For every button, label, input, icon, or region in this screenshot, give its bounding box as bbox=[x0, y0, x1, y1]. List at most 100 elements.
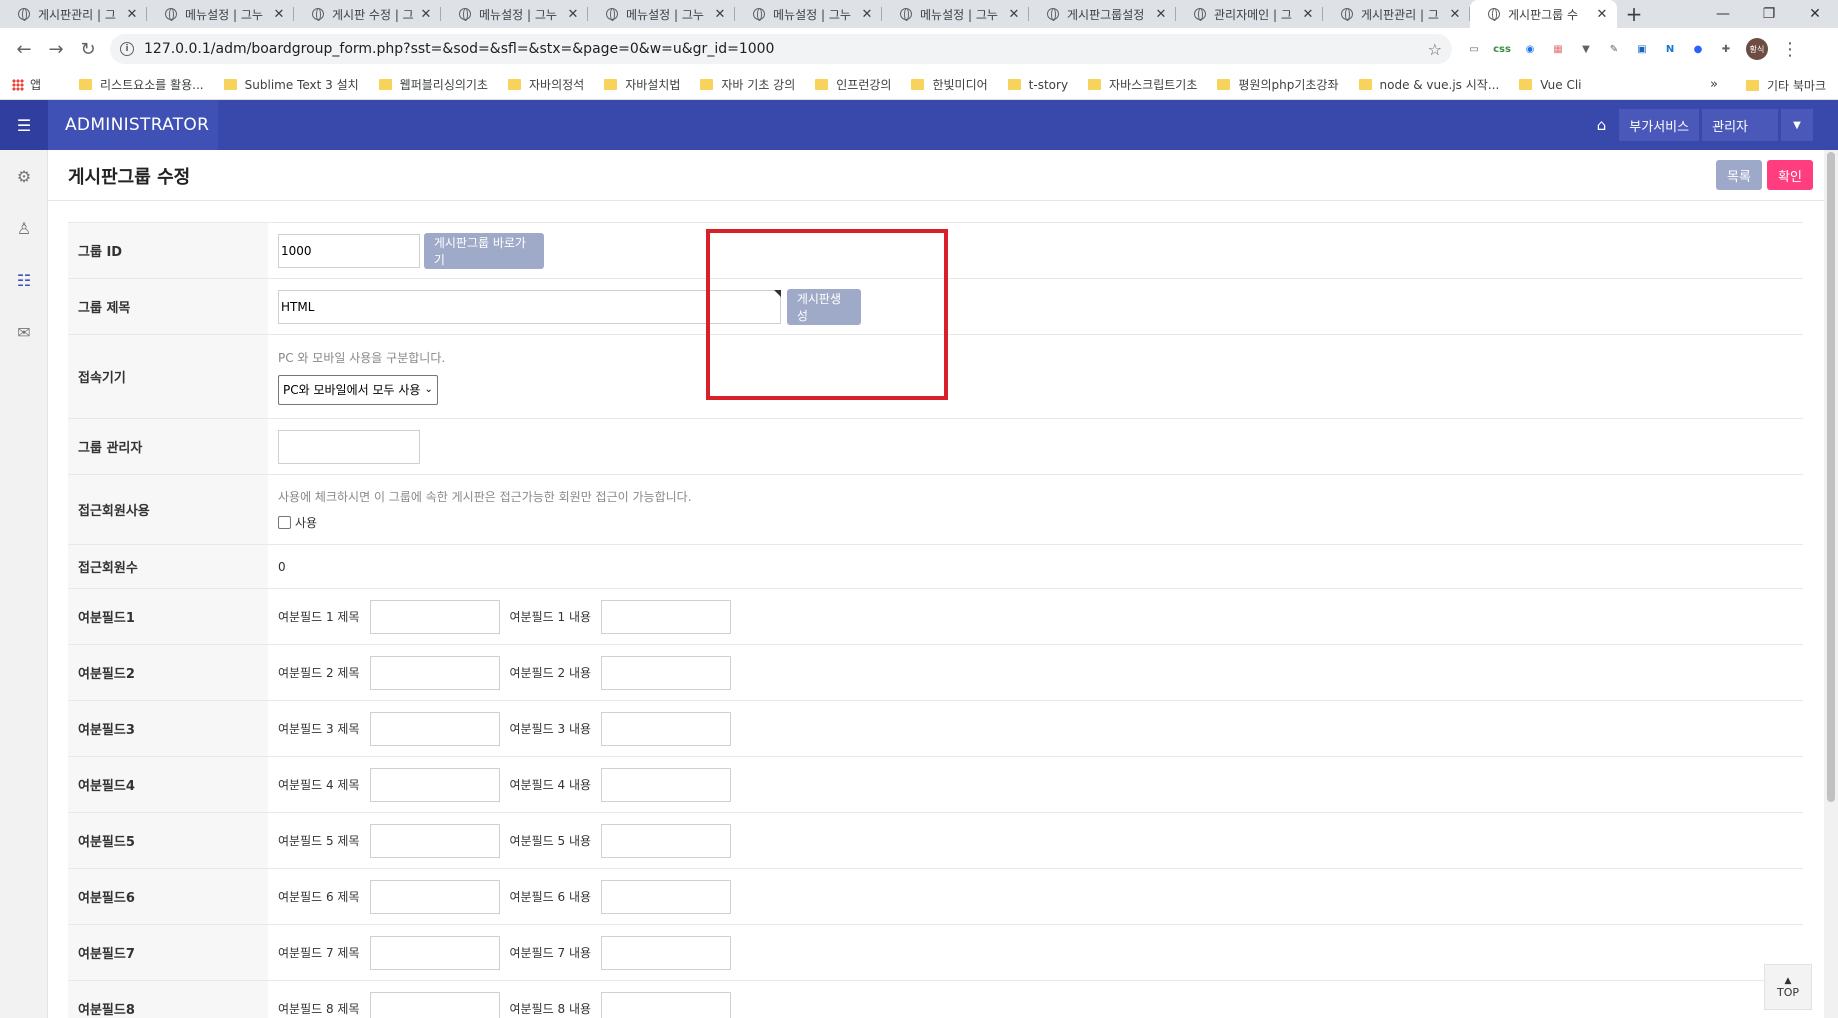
tab-close-icon[interactable]: ✕ bbox=[1301, 7, 1315, 22]
printer-extension-icon[interactable]: ▣ bbox=[1632, 39, 1652, 59]
scrollbar-thumb[interactable] bbox=[1827, 152, 1835, 802]
bookmark-item[interactable]: 한빛미디어 bbox=[911, 76, 988, 93]
globe-extension-icon[interactable]: ◉ bbox=[1520, 39, 1540, 59]
browser-tab[interactable]: 게시판관리 | 그 ✕ bbox=[1323, 0, 1470, 28]
profile-avatar[interactable]: 황식 bbox=[1746, 38, 1768, 60]
chevron-down-icon[interactable]: ▼ bbox=[1781, 109, 1813, 141]
vue-extension-icon[interactable]: ▼ bbox=[1576, 39, 1596, 59]
minimize-icon[interactable]: — bbox=[1700, 0, 1746, 28]
extra-field-value-input[interactable] bbox=[601, 767, 732, 802]
list-button[interactable]: 목록 bbox=[1716, 160, 1762, 190]
extra-field-value-input[interactable] bbox=[601, 879, 732, 914]
puzzle-icon[interactable]: ✚ bbox=[1716, 39, 1736, 59]
browser-tab[interactable]: 게시판그룹 수 ✕ bbox=[1470, 0, 1617, 28]
extra-field-value-input[interactable] bbox=[601, 599, 732, 634]
cast-icon[interactable]: ▭ bbox=[1464, 39, 1484, 59]
admin-header: ☰ ADMINISTRATOR ⌂ 부가서비스 관리자 ▼ bbox=[0, 100, 1838, 150]
tab-close-icon[interactable]: ✕ bbox=[713, 7, 727, 22]
tab-close-icon[interactable]: ✕ bbox=[566, 7, 580, 22]
extra-field-value-input[interactable] bbox=[601, 711, 732, 746]
tab-close-icon[interactable]: ✕ bbox=[1154, 7, 1168, 22]
page-scrollbar[interactable] bbox=[1824, 150, 1838, 1018]
extra-field-subject-input[interactable] bbox=[369, 599, 500, 634]
extra-field-subject-input[interactable] bbox=[369, 767, 500, 802]
group-shortcut-button[interactable]: 게시판그룹 바로가기 bbox=[423, 232, 544, 269]
bookmark-item[interactable]: 웹퍼블리싱의기초 bbox=[378, 76, 488, 93]
bookmark-item[interactable]: 리스트요소를 활용... bbox=[79, 76, 204, 93]
extra-field-subject-input[interactable] bbox=[369, 991, 500, 1018]
brand-logo[interactable]: ADMINISTRATOR bbox=[48, 100, 218, 150]
tab-close-icon[interactable]: ✕ bbox=[419, 7, 433, 22]
browser-tab[interactable]: 게시판그룹설정 ✕ bbox=[1029, 0, 1176, 28]
url-text[interactable]: 127.0.0.1/adm/boardgroup_form.php?sst=&s… bbox=[144, 41, 1428, 57]
bookmark-item[interactable]: 자바설치법 bbox=[604, 76, 680, 93]
more-bookmarks-chevron-icon[interactable]: » bbox=[1710, 77, 1718, 92]
browser-menu-icon[interactable]: ⋮ bbox=[1774, 33, 1806, 65]
group-id-input[interactable] bbox=[278, 233, 420, 268]
device-select[interactable]: PC와 모바일에서 모두 사용 ⌄ bbox=[278, 374, 438, 405]
scroll-top-button[interactable]: ▲ TOP bbox=[1764, 964, 1812, 1010]
other-bookmarks[interactable]: 기타 북마크 bbox=[1745, 70, 1826, 100]
browser-tab[interactable]: 메뉴설정 | 그누 ✕ bbox=[441, 0, 588, 28]
browser-tab[interactable]: 메뉴설정 | 그누 ✕ bbox=[147, 0, 294, 28]
bookmark-item[interactable]: 인프런강의 bbox=[815, 76, 891, 93]
mail-icon[interactable]: ✉ bbox=[0, 306, 48, 358]
browser-tab[interactable]: 메뉴설정 | 그누 ✕ bbox=[882, 0, 1029, 28]
tab-close-icon[interactable]: ✕ bbox=[860, 7, 874, 22]
tab-close-icon[interactable]: ✕ bbox=[1595, 7, 1609, 22]
extra-field-subject-input[interactable] bbox=[369, 711, 500, 746]
extra-field-value-input[interactable] bbox=[601, 991, 732, 1018]
tab-close-icon[interactable]: ✕ bbox=[1448, 7, 1462, 22]
extra-field-subject-input[interactable] bbox=[369, 879, 500, 914]
bookmark-item[interactable]: t-story bbox=[1007, 78, 1068, 92]
bookmark-item[interactable]: 자바 기초 강의 bbox=[700, 76, 795, 93]
tab-close-icon[interactable]: ✕ bbox=[125, 7, 139, 22]
browser-tab[interactable]: 게시판 수정 | 그 ✕ bbox=[294, 0, 441, 28]
extra-field-subject-input[interactable] bbox=[369, 655, 500, 690]
group-admin-input[interactable] bbox=[278, 429, 420, 464]
extra-service-button[interactable]: 부가서비스 bbox=[1619, 109, 1700, 141]
member-access-checkbox[interactable]: 사용 bbox=[278, 514, 317, 531]
user-icon[interactable]: ♙ bbox=[0, 202, 48, 254]
board-list-icon[interactable]: ☷ bbox=[0, 254, 48, 306]
back-arrow-icon[interactable]: ← bbox=[8, 33, 40, 65]
blue-circle-extension-icon[interactable]: ● bbox=[1688, 39, 1708, 59]
n-extension-icon[interactable]: N bbox=[1660, 39, 1680, 59]
bookmark-item[interactable]: Sublime Text 3 설치 bbox=[223, 76, 359, 93]
extra-field-subject-input[interactable] bbox=[369, 823, 500, 858]
menu-toggle-icon[interactable]: ☰ bbox=[0, 100, 48, 150]
close-window-icon[interactable]: ✕ bbox=[1792, 0, 1838, 28]
address-bar[interactable]: i 127.0.0.1/adm/boardgroup_form.php?sst=… bbox=[110, 34, 1452, 64]
browser-tab[interactable]: 메뉴설정 | 그누 ✕ bbox=[588, 0, 735, 28]
forward-arrow-icon[interactable]: → bbox=[40, 33, 72, 65]
css-extension-icon[interactable]: css bbox=[1492, 39, 1512, 59]
browser-tab[interactable]: 관리자메인 | 그 ✕ bbox=[1176, 0, 1323, 28]
bookmark-star-icon[interactable]: ☆ bbox=[1428, 40, 1442, 59]
confirm-button[interactable]: 확인 bbox=[1767, 160, 1813, 190]
extra-field-value-input[interactable] bbox=[601, 655, 732, 690]
tab-close-icon[interactable]: ✕ bbox=[1007, 7, 1021, 22]
restore-icon[interactable]: ❐ bbox=[1746, 0, 1792, 28]
info-icon[interactable]: i bbox=[120, 42, 134, 56]
extra-field-value-input[interactable] bbox=[601, 935, 732, 970]
eyedropper-icon[interactable]: ✎ bbox=[1604, 39, 1624, 59]
bookmark-item[interactable]: 평원의php기초강좌 bbox=[1217, 76, 1339, 93]
extra-field-subject-input[interactable] bbox=[369, 935, 500, 970]
bookmark-item[interactable]: Vue Cli bbox=[1519, 78, 1582, 92]
admin-menu-button[interactable]: 관리자 bbox=[1702, 109, 1778, 141]
checkbox-icon[interactable] bbox=[278, 515, 291, 529]
reload-icon[interactable]: ↻ bbox=[72, 33, 104, 65]
browser-tab[interactable]: 게시판관리 | 그 ✕ bbox=[0, 0, 147, 28]
apps-bookmark[interactable]: 앱 bbox=[12, 76, 41, 93]
new-tab-button[interactable]: + bbox=[1617, 0, 1651, 28]
settings-gear-icon[interactable]: ⚙ bbox=[0, 150, 48, 202]
home-icon[interactable]: ⌂ bbox=[1597, 116, 1607, 134]
bookmark-item[interactable]: 자바의정석 bbox=[507, 76, 584, 93]
tab-close-icon[interactable]: ✕ bbox=[272, 7, 286, 22]
calendar-extension-icon[interactable]: ▦ bbox=[1548, 39, 1568, 59]
extra-field-value-input[interactable] bbox=[601, 823, 732, 858]
browser-tab[interactable]: 메뉴설정 | 그누 ✕ bbox=[735, 0, 882, 28]
tab-label: 게시판그룹 수 bbox=[1508, 7, 1579, 22]
bookmark-item[interactable]: 자바스크립트기초 bbox=[1088, 76, 1197, 93]
bookmark-item[interactable]: node & vue.js 시작... bbox=[1358, 76, 1499, 93]
